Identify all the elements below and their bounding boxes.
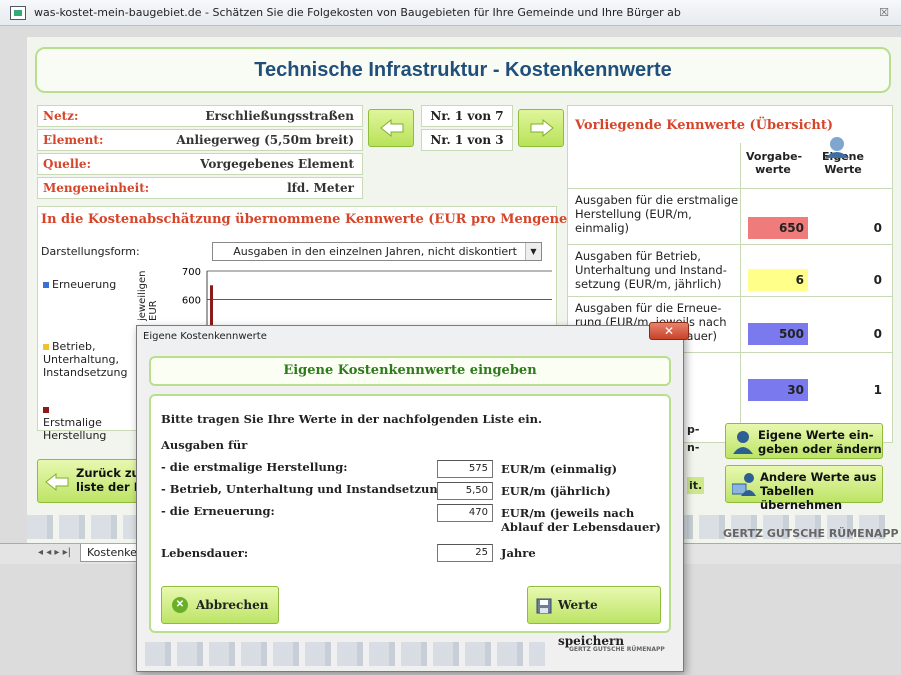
herstellung-label: - die erstmalige Herstellung: [161, 460, 348, 474]
erneuerung-input[interactable]: 470 [437, 504, 493, 522]
users-table-icon [732, 473, 756, 496]
overview-fragment: it. [687, 477, 705, 494]
legend-swatch [43, 407, 49, 413]
lebensdauer-label: Lebensdauer: [161, 546, 249, 560]
legend-item-erstmalige: Erstmalige Herstellung [43, 403, 107, 442]
overview-title: Vorliegende Kennwerte (Übersicht) [575, 118, 834, 133]
prev-button[interactable] [368, 109, 414, 147]
tab-kostenkennwerte[interactable]: Kostenke [80, 544, 144, 562]
betrieb-unit: EUR/m (jährlich) [501, 484, 611, 498]
netz-row: Netz: Erschließungsstraßen [37, 105, 363, 127]
einheit-row: Mengeneinheit: lfd. Meter [37, 177, 363, 199]
chevron-down-icon[interactable]: ▼ [525, 243, 541, 260]
erneuerung-label: - die Erneuerung: [161, 504, 275, 518]
window-titlebar: was-kostet-mein-baugebiet.de - Schätzen … [0, 0, 901, 26]
col-vorgabe: Vorgabe-werte [746, 150, 803, 176]
element-value: Anliegerweg (5,50m breit) [176, 133, 354, 147]
darstellung-value: Ausgaben in den einzelnen Jahren, nicht … [233, 245, 517, 258]
quelle-row: Quelle: Vorgegebenes Element [37, 153, 363, 175]
eigene-werte-button[interactable]: Eigene Werte ein-geben oder ändern [725, 423, 883, 459]
dialog-houses-decor [145, 642, 545, 666]
dialog-brand-logo: GERTZ GUTSCHE RÜMENAPP [569, 646, 665, 653]
person-icon [733, 431, 753, 454]
legend-item-betrieb: Betrieb, Unterhaltung, Instandsetzung [43, 340, 128, 379]
netz-label: Netz: [43, 109, 79, 123]
close-icon: ✕ [663, 324, 675, 338]
person-icon [825, 137, 849, 158]
overview-row-betrieb: Ausgaben für Betrieb, Unterhaltung und I… [568, 244, 892, 296]
element-row: Element: Anliegerweg (5,50m breit) [37, 129, 363, 151]
cancel-icon: ✕ [172, 597, 188, 613]
abbrechen-button[interactable]: ✕ Abbrechen [161, 586, 279, 624]
app-icon [10, 6, 26, 20]
arrow-left-icon [45, 472, 69, 492]
netz-counter: Nr. 1 von 7 [421, 105, 513, 127]
einheit-value: lfd. Meter [287, 181, 354, 195]
betrieb-input[interactable]: 5,50 [437, 482, 493, 500]
y-tick-label: 600 [182, 296, 201, 307]
overview-fragment: p- [687, 423, 700, 436]
legend-swatch [43, 282, 49, 288]
y-axis-label: jeweiligen EUR [137, 270, 159, 321]
netz-value: Erschließungsstraßen [205, 109, 354, 123]
erneuerung-unit: EUR/m (jeweils nach Ablauf der Lebensdau… [501, 506, 661, 534]
page-title: Technische Infrastruktur - Kostenkennwer… [35, 47, 891, 93]
overview-row-herstellung: Ausgaben für die erstmalige Herstellung … [568, 188, 892, 244]
andere-werte-button[interactable]: Andere Werte aus Tabellen übernehmen [725, 465, 883, 512]
dialog-close-button[interactable]: ✕ [649, 322, 689, 340]
ausgaben-label: Ausgaben für [161, 438, 248, 452]
herstellung-unit: EUR/m (einmalig) [501, 462, 618, 476]
betrieb-label: - Betrieb, Unterhaltung und Instandsetzu… [161, 482, 451, 496]
werte-speichern-button[interactable]: Werte speichern [527, 586, 661, 648]
dialog-title: Eigene Kostenkennwerte [137, 326, 683, 348]
overview-fragment: n- [687, 441, 700, 454]
window-title: was-kostet-mein-baugebiet.de - Schätzen … [34, 6, 681, 19]
lebensdauer-unit: Jahre [501, 546, 536, 560]
legend-item-erneuerung: Erneuerung [43, 278, 116, 291]
next-button[interactable] [518, 109, 564, 147]
herstellung-input[interactable]: 575 [437, 460, 493, 478]
zurueck-button[interactable]: Zurück zur liste der N [37, 459, 147, 503]
sheet-nav-arrows[interactable]: ◂ ◂ ▸ ▸| [38, 547, 71, 558]
darstellung-label: Darstellungsform: [41, 245, 140, 258]
y-tick-label: 700 [182, 267, 201, 278]
bar-erstmalige [210, 285, 213, 327]
legend-swatch [43, 344, 49, 350]
einheit-label: Mengeneinheit: [43, 181, 150, 195]
arrow-right-icon [530, 118, 554, 138]
lebensdauer-input[interactable]: 25 [437, 544, 493, 562]
quelle-value: Vorgegebenes Element [200, 157, 354, 171]
window-close-icon[interactable]: ☒ [879, 0, 889, 26]
save-icon [536, 598, 552, 614]
quelle-label: Quelle: [43, 157, 91, 171]
bar-chart: 700600500 [182, 267, 552, 327]
intro-text: Bitte tragen Sie Ihre Werte in der nachf… [161, 412, 543, 426]
darstellung-select[interactable]: Ausgaben in den einzelnen Jahren, nicht … [212, 242, 542, 261]
eigene-kostenkennwerte-dialog: Eigene Kostenkennwerte ✕ Eigene Kostenke… [136, 322, 689, 672]
arrow-left-icon [380, 118, 404, 138]
chart-section-title: In die Kostenabschätzung übernommene Ken… [41, 212, 617, 227]
element-label: Element: [43, 133, 104, 147]
dialog-header: Eigene Kostenkennwerte eingeben [149, 356, 671, 386]
dialog-form: Bitte tragen Sie Ihre Werte in der nachf… [149, 394, 671, 648]
brand-logo: GERTZ GUTSCHE RÜMENAPP [723, 527, 899, 540]
element-counter: Nr. 1 von 3 [421, 129, 513, 151]
